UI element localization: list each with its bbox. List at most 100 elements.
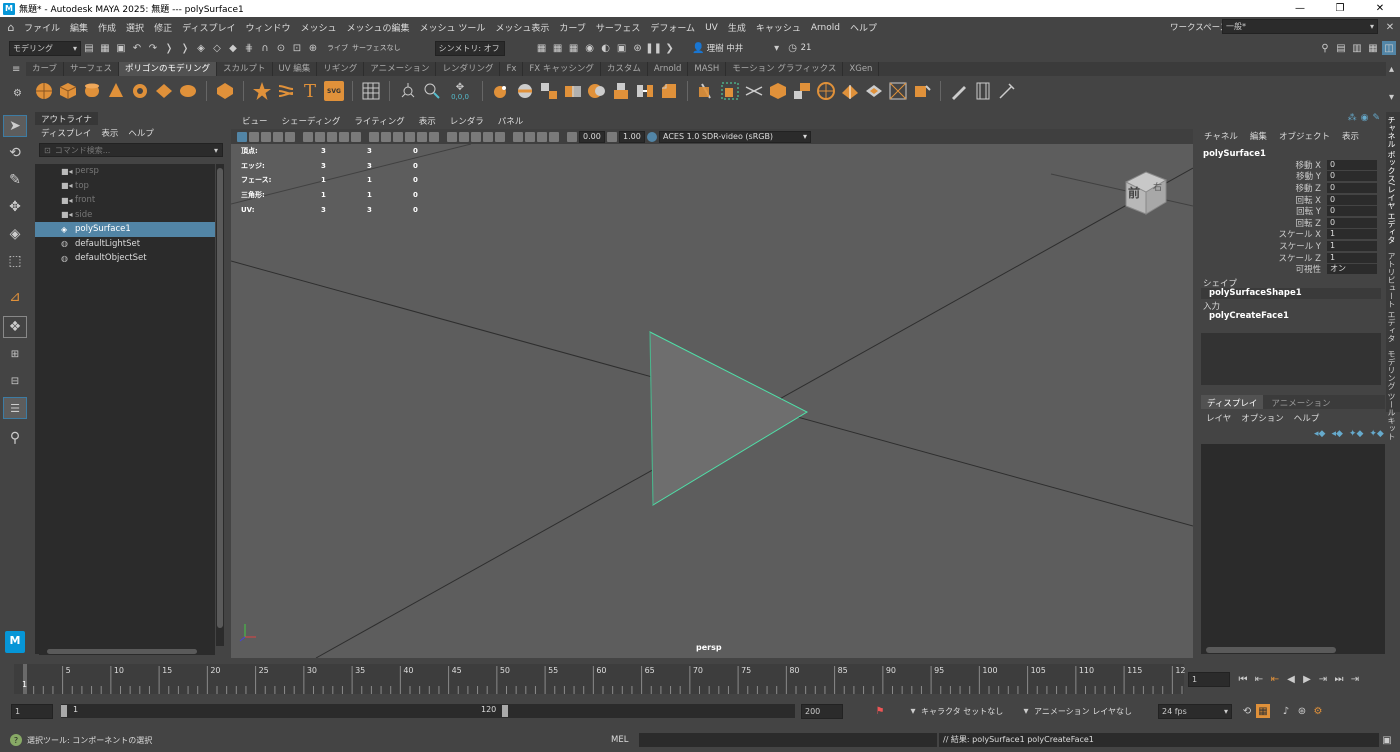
layer-hscrollbar[interactable] (1206, 647, 1336, 653)
grid-toggle-icon[interactable] (369, 131, 379, 142)
attr-value[interactable]: 0 (1327, 182, 1377, 193)
shelf-tab-fx[interactable]: Fx (500, 62, 524, 76)
step-back-key-icon[interactable]: ⇤ (1252, 672, 1266, 686)
connect-icon[interactable] (744, 81, 764, 101)
menu-uv[interactable]: UV (700, 23, 723, 33)
shadows-icon[interactable] (447, 131, 457, 142)
attr-value[interactable]: 1 (1327, 240, 1377, 251)
anim-prefs-icon[interactable]: ⊛ (1295, 704, 1309, 718)
poly-cube-icon[interactable] (58, 81, 78, 101)
boolean-union-icon[interactable] (563, 81, 583, 101)
shelf-scroll-down-icon[interactable]: ▾ (1389, 92, 1394, 103)
symmetry-dropdown[interactable]: シンメトリ: オフ (434, 40, 505, 56)
attr-value[interactable]: 1 (1327, 252, 1377, 263)
outliner-hscrollbar[interactable] (39, 648, 215, 655)
render-settings-icon[interactable]: ▦ (567, 41, 581, 55)
anti-aliasing-icon[interactable] (483, 131, 493, 142)
outliner-item-defaultobjectset[interactable]: ◍ defaultObjectSet (35, 251, 215, 266)
attr-name[interactable]: 移動 X (1203, 159, 1327, 171)
maximize-button[interactable]: ❐ (1320, 0, 1360, 17)
outliner-item-side[interactable]: ■◂ side (35, 208, 215, 223)
select-camera-icon[interactable] (237, 131, 247, 142)
wireframe-icon[interactable] (381, 131, 391, 142)
vp-menu-shading[interactable]: シェーディング (275, 115, 348, 127)
shelf-tab-uv-editing[interactable]: UV 編集 (273, 62, 318, 76)
attr-name[interactable]: 回転 Y (1203, 205, 1327, 217)
select-hierarchy-icon[interactable]: ◈ (194, 41, 208, 55)
shelf-tab-sculpting[interactable]: スカルプト (217, 62, 273, 76)
menu-arnold[interactable]: Arnold (806, 23, 845, 33)
scale-tool-button[interactable]: ⬚ (3, 250, 27, 272)
go-to-start-icon[interactable]: ⏮ (1236, 672, 1250, 686)
chevron-down-icon[interactable]: ▾ (906, 704, 920, 718)
play-backward-icon[interactable]: ◀ (1284, 672, 1298, 686)
append-polygon-icon[interactable] (792, 81, 812, 101)
film-gate-icon[interactable] (303, 131, 313, 142)
menu-help[interactable]: ヘルプ (845, 21, 882, 34)
scrollbar-thumb[interactable] (217, 168, 223, 628)
auto-key-icon[interactable]: ⚑ (873, 704, 887, 718)
menu-curves[interactable]: カーブ (554, 21, 590, 34)
combine-icon[interactable] (491, 81, 511, 101)
shelf-tab-custom[interactable]: カスタム (601, 62, 648, 76)
chevron-down-icon[interactable]: ▾ (770, 41, 784, 55)
exposure-field[interactable]: 0.00 (579, 130, 605, 143)
svg-tool-icon[interactable]: SVG (324, 81, 344, 101)
poly-disc-icon[interactable] (178, 81, 198, 101)
vp-menu-renderer[interactable]: レンダラ (443, 115, 491, 127)
move-tool-button[interactable]: ✥ (3, 196, 27, 218)
menu-select[interactable]: 選択 (121, 21, 149, 34)
mode-dropdown[interactable]: モデリング ▾ (9, 40, 81, 56)
vp-menu-panels[interactable]: パネル (491, 115, 531, 127)
colorspace-dropdown[interactable]: ACES 1.0 SDR-video (sRGB) ▾ (659, 130, 811, 143)
render-icon[interactable]: ▦ (535, 41, 549, 55)
bookmark-icon[interactable] (261, 131, 271, 142)
menu-surfaces[interactable]: サーフェス (591, 21, 645, 34)
snap-grid-icon[interactable]: ⋕ (242, 41, 256, 55)
tool-settings-icon[interactable]: ▥ (1350, 41, 1364, 55)
play-forward-icon[interactable]: ▶ (1300, 672, 1314, 686)
outliner-item-front[interactable]: ■◂ front (35, 193, 215, 208)
depth-of-field-icon[interactable] (495, 131, 505, 142)
distance-tool-icon[interactable] (422, 81, 442, 101)
cb-input-name[interactable]: polyCreateFace1 (1209, 311, 1289, 321)
fill-hole-icon[interactable] (816, 81, 836, 101)
side-tab-modeling-toolkit[interactable]: モデリング ツールキット (1386, 346, 1397, 445)
help-icon[interactable]: ? (10, 734, 22, 746)
quad-draw-icon[interactable] (768, 81, 788, 101)
new-scene-icon[interactable]: ▤ (82, 41, 96, 55)
collapse-icon[interactable]: ❭ (162, 41, 176, 55)
shelf-settings-icon[interactable]: ⚙ (13, 88, 22, 99)
save-scene-icon[interactable]: ▣ (114, 41, 128, 55)
scrollbar-thumb[interactable] (47, 649, 197, 654)
pin-icon[interactable]: ✎ (1372, 113, 1380, 123)
attr-value[interactable]: オン (1327, 264, 1377, 275)
range-slider[interactable]: 1 120 (61, 704, 795, 718)
shelf-tab-arnold[interactable]: Arnold (648, 62, 689, 76)
poly-cylinder-icon[interactable] (82, 81, 102, 101)
attr-value[interactable]: 0 (1327, 171, 1377, 182)
current-frame-field[interactable]: 1 (1188, 671, 1230, 687)
outliner-menu-show[interactable]: 表示 (101, 127, 118, 139)
merge-icon[interactable] (912, 81, 932, 101)
menu-file[interactable]: ファイル (19, 21, 65, 34)
cb-menu-channels[interactable]: チャネル (1204, 130, 1238, 142)
viewport-persp[interactable]: 前 右 頂点: 3 3 0 エッジ: 3 3 0 フェース: 1 1 0 三角形: 1 1 0 UV: 3… (231, 144, 1193, 658)
menu-edit[interactable]: 編集 (65, 21, 93, 34)
chevron-down-icon[interactable]: ▾ (214, 146, 218, 155)
cb-menu-object[interactable]: オブジェクト (1279, 130, 1330, 142)
shelf-scroll-up-icon[interactable]: ▴ (1389, 64, 1394, 75)
step-forward-frame-icon[interactable]: ⇥ (1348, 672, 1362, 686)
snap-live-icon[interactable]: ⊕ (306, 41, 320, 55)
redo-icon[interactable]: ↷ (146, 41, 160, 55)
color-management-icon[interactable] (647, 131, 657, 142)
layer-tab-display[interactable]: ディスプレイ (1201, 395, 1264, 409)
ambient-occlusion-icon[interactable] (459, 131, 469, 142)
shelf-tab-rigging[interactable]: リギング (317, 62, 365, 76)
cb-shape-name[interactable]: polySurfaceShape1 (1201, 288, 1381, 299)
scene-start-field[interactable]: 1 (11, 703, 53, 719)
nodes-icon[interactable]: ⁂ (1348, 113, 1357, 123)
menu-edit-mesh[interactable]: メッシュの編集 (341, 21, 414, 34)
open-scene-icon[interactable]: ▦ (98, 41, 112, 55)
attribute-editor-icon[interactable]: ▤ (1334, 41, 1348, 55)
